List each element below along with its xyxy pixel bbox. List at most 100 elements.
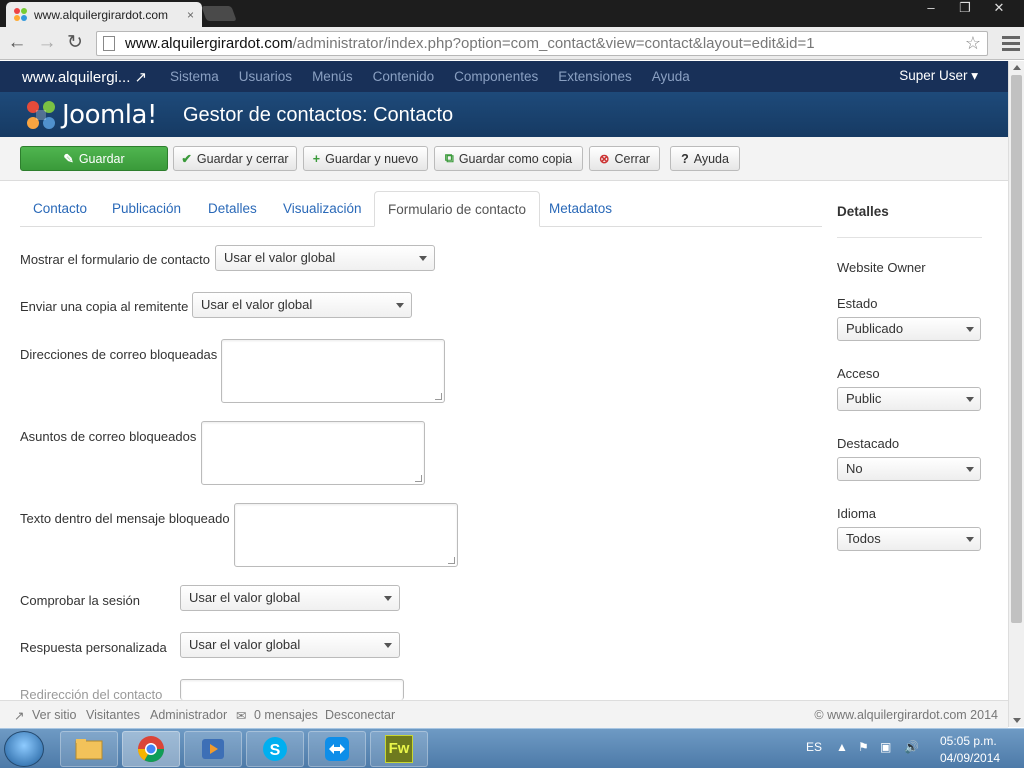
fireworks-app-icon[interactable]: Fw <box>370 731 428 767</box>
destacado-label: Destacado <box>837 436 900 451</box>
reload-button[interactable]: ↻ <box>64 33 86 55</box>
scroll-down-icon[interactable] <box>1013 718 1021 723</box>
site-link[interactable]: www.alquilergi... ↗ <box>22 68 170 86</box>
chevron-down-icon <box>396 303 404 308</box>
back-button[interactable]: ← <box>6 33 28 55</box>
menu-componentes[interactable]: Componentes <box>454 69 538 84</box>
browser-toolbar: ← → ↻ www.alquilergirardot.com/administr… <box>0 27 1024 60</box>
volume-icon[interactable]: 🔊 <box>904 740 919 754</box>
tab-detalles[interactable]: Detalles <box>195 191 270 227</box>
session-check-select[interactable]: Usar el valor global <box>180 585 400 611</box>
destacado-value: No <box>846 461 863 476</box>
url-path: /administrator/index.php?option=com_cont… <box>292 35 815 52</box>
menu-usuarios[interactable]: Usuarios <box>239 69 292 84</box>
destacado-select[interactable]: No <box>837 457 981 481</box>
tab-close-icon[interactable]: × <box>187 8 194 22</box>
chrome-app-icon[interactable] <box>122 731 180 767</box>
page-scrollbar[interactable] <box>1008 61 1024 727</box>
start-button[interactable] <box>4 731 44 767</box>
custom-reply-label: Respuesta personalizada <box>20 640 167 655</box>
save-new-button[interactable]: + Guardar y nuevo <box>303 146 428 171</box>
new-tab-button[interactable] <box>201 6 237 21</box>
menu-menus[interactable]: Menús <box>312 69 353 84</box>
show-form-label: Mostrar el formulario de contacto <box>20 252 211 267</box>
clock-time[interactable]: 05:05 p.m. <box>940 734 997 748</box>
show-form-select[interactable]: Usar el valor global <box>215 245 435 271</box>
browser-tab[interactable]: www.alquilergirardot.com × <box>6 2 202 27</box>
idioma-select[interactable]: Todos <box>837 527 981 551</box>
browser-titlebar: www.alquilergirardot.com × – ❐ ✕ <box>0 0 1024 27</box>
acceso-select[interactable]: Public <box>837 387 981 411</box>
visitors-link[interactable]: Visitantes <box>86 708 140 722</box>
teamviewer-app-icon[interactable] <box>308 731 366 767</box>
chevron-down-icon <box>384 643 392 648</box>
tab-contacto[interactable]: Contacto <box>20 191 100 227</box>
tab-publicacion[interactable]: Publicación <box>99 191 194 227</box>
chevron-down-icon <box>384 596 392 601</box>
save-new-label: Guardar y nuevo <box>325 151 419 166</box>
menu-sistema[interactable]: Sistema <box>170 69 219 84</box>
scroll-up-icon[interactable] <box>1013 65 1021 70</box>
skype-app-icon[interactable]: S <box>246 731 304 767</box>
idioma-label: Idioma <box>837 506 877 521</box>
resize-grip-icon[interactable] <box>448 557 455 564</box>
check-icon: ✔ <box>181 152 192 166</box>
admin-link[interactable]: Administrador <box>150 708 227 722</box>
restore-button[interactable]: ❐ <box>948 0 982 18</box>
estado-select[interactable]: Publicado <box>837 317 981 341</box>
close-button[interactable]: ⊗ Cerrar <box>589 146 660 171</box>
logout-link[interactable]: Desconectar <box>325 708 395 722</box>
details-divider <box>837 237 982 238</box>
copyright-text: © www.alquilergirardot.com 2014 <box>814 708 998 722</box>
resize-grip-icon[interactable] <box>415 475 422 482</box>
save-copy-button[interactable]: ⧉ Guardar como copia <box>434 146 583 171</box>
resize-grip-icon[interactable] <box>435 393 442 400</box>
menu-contenido[interactable]: Contenido <box>373 69 435 84</box>
details-panel-title: Detalles <box>837 204 889 219</box>
save-label: Guardar <box>78 151 125 166</box>
tab-metadatos[interactable]: Metadatos <box>536 191 625 227</box>
estado-label: Estado <box>837 296 878 311</box>
tab-formulario-contacto[interactable]: Formulario de contacto <box>374 191 541 227</box>
flag-icon[interactable]: ⚑ <box>858 740 869 754</box>
bookmark-star-icon[interactable]: ☆ <box>965 33 981 54</box>
explorer-app-icon[interactable] <box>60 731 118 767</box>
joomla-logo-icon <box>27 101 55 129</box>
tab-title: www.alquilergirardot.com <box>34 7 169 22</box>
banned-emails-label: Direcciones de correo bloqueadas <box>20 347 218 362</box>
acceso-label: Acceso <box>837 366 880 381</box>
minimize-button[interactable]: – <box>914 0 948 18</box>
tab-visualizacion[interactable]: Visualización <box>270 191 375 227</box>
admin-navbar: www.alquilergi... ↗ Sistema Usuarios Men… <box>0 61 1008 92</box>
scroll-thumb[interactable] <box>1011 75 1022 623</box>
banned-emails-textarea[interactable] <box>221 339 445 403</box>
media-player-app-icon[interactable] <box>184 731 242 767</box>
admin-menu: Sistema Usuarios Menús Contenido Compone… <box>170 69 710 84</box>
menu-ayuda[interactable]: Ayuda <box>652 69 690 84</box>
menu-extensiones[interactable]: Extensiones <box>558 69 632 84</box>
copy-icon: ⧉ <box>444 151 454 165</box>
clock-date[interactable]: 04/09/2014 <box>940 751 1000 765</box>
address-bar[interactable]: www.alquilergirardot.com/administrator/i… <box>96 31 988 56</box>
network-icon[interactable]: ▣ <box>880 740 891 754</box>
banned-subjects-textarea[interactable] <box>201 421 425 485</box>
forward-button[interactable]: → <box>36 33 58 55</box>
question-icon: ? <box>681 151 689 166</box>
view-site-link[interactable]: Ver sitio <box>32 708 76 722</box>
save-button[interactable]: ✎ Guardar <box>20 146 168 171</box>
tray-expand-icon[interactable]: ▲ <box>836 740 848 754</box>
banned-text-textarea[interactable] <box>234 503 458 567</box>
redirect-input[interactable] <box>180 679 404 700</box>
user-menu[interactable]: Super User ▾ <box>899 68 978 84</box>
close-window-button[interactable]: ✕ <box>982 0 1016 18</box>
send-copy-select[interactable]: Usar el valor global <box>192 292 412 318</box>
plus-icon: + <box>312 151 321 166</box>
show-form-value: Usar el valor global <box>224 250 336 265</box>
language-indicator[interactable]: ES <box>806 740 822 754</box>
browser-menu-icon[interactable] <box>1002 33 1020 53</box>
save-close-button[interactable]: ✔ Guardar y cerrar <box>173 146 297 171</box>
banned-subjects-label: Asuntos de correo bloqueados <box>20 429 197 444</box>
custom-reply-select[interactable]: Usar el valor global <box>180 632 400 658</box>
messages-link[interactable]: 0 mensajes <box>254 708 318 722</box>
help-button[interactable]: ? Ayuda <box>670 146 740 171</box>
